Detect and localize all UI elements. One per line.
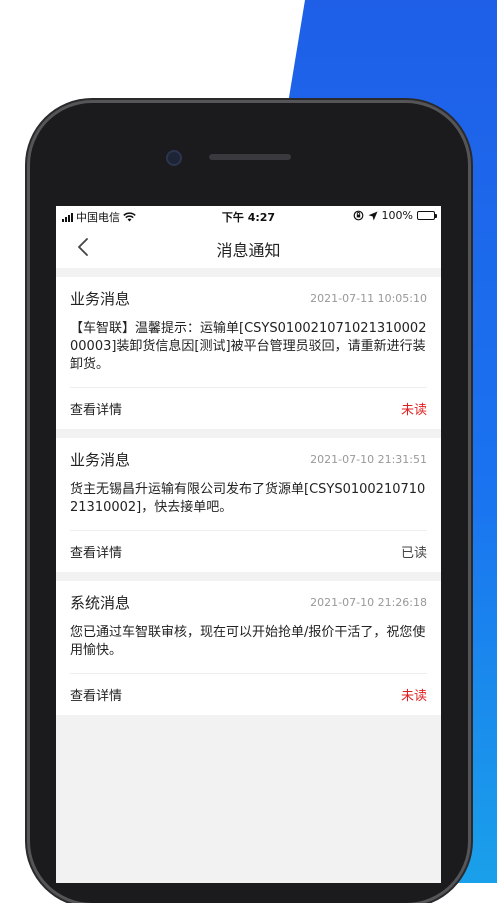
nav-bar: 消息通知 <box>56 226 441 268</box>
message-category: 系统消息 <box>70 594 131 612</box>
message-footer: 查看详情 已读 <box>70 530 427 572</box>
message-list: 业务消息 2021-07-11 10:05:10 【车智联】温馨提示：运输单[C… <box>56 268 441 715</box>
message-content: 【车智联】温馨提示：运输单[CSYS0100210710213100020000… <box>70 321 427 372</box>
view-details-link[interactable]: 查看详情 <box>70 542 122 561</box>
view-details-link[interactable]: 查看详情 <box>70 685 122 704</box>
message-footer: 查看详情 未读 <box>70 673 427 715</box>
message-time: 2021-07-10 21:31:51 <box>310 453 427 466</box>
view-details-link[interactable]: 查看详情 <box>70 399 122 418</box>
message-header: 系统消息 2021-07-10 21:26:18 <box>70 581 427 624</box>
read-status: 未读 <box>400 689 427 704</box>
message-card: 系统消息 2021-07-10 21:26:18 您已通过车智联审核，现在可以开… <box>56 581 441 715</box>
location-arrow-icon <box>368 211 378 220</box>
battery-percent: 100% <box>381 209 413 222</box>
message-category: 业务消息 <box>70 451 131 469</box>
read-status: 未读 <box>400 403 427 418</box>
message-category: 业务消息 <box>70 290 131 308</box>
message-header: 业务消息 2021-07-10 21:31:51 <box>70 438 427 481</box>
status-right: 100% <box>353 209 437 222</box>
earpiece-speaker <box>209 154 291 160</box>
app-screen: 中国电信 下午 4:27 100% 消息通知 业务消息 2021-07-11 1… <box>56 206 441 883</box>
message-card: 业务消息 2021-07-11 10:05:10 【车智联】温馨提示：运输单[C… <box>56 277 441 429</box>
status-bar: 中国电信 下午 4:27 100% <box>56 206 441 226</box>
battery-icon <box>417 211 437 220</box>
message-content: 您已通过车智联审核，现在可以开始抢单/报价干活了，祝您使用愉快。 <box>70 625 426 658</box>
message-content: 货主无锡昌升运输有限公司发布了货源单[CSYS01002107102131000… <box>70 482 426 515</box>
page-title: 消息通知 <box>216 241 281 260</box>
read-status: 已读 <box>400 546 427 561</box>
message-header: 业务消息 2021-07-11 10:05:10 <box>70 277 427 320</box>
message-time: 2021-07-10 21:26:18 <box>310 596 427 609</box>
orientation-lock-icon <box>353 210 363 221</box>
front-camera <box>166 150 182 166</box>
message-time: 2021-07-11 10:05:10 <box>310 292 427 305</box>
message-footer: 查看详情 未读 <box>70 387 427 429</box>
message-card: 业务消息 2021-07-10 21:31:51 货主无锡昌升运输有限公司发布了… <box>56 438 441 572</box>
